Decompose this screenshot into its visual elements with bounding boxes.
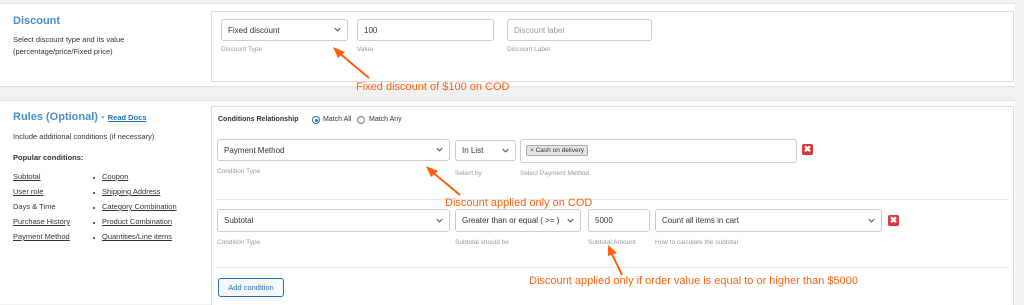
arrow-icon [608, 245, 623, 276]
popular-product-combination[interactable]: Product Combination [102, 216, 172, 228]
popular-payment-method[interactable]: Payment Method [13, 231, 70, 243]
popular-coupon[interactable]: Coupon [102, 171, 128, 183]
discount-heading: Discount [13, 15, 61, 27]
condition1-delete-button[interactable]: ✖ [802, 144, 813, 155]
condition2-delete-button[interactable]: ✖ [888, 215, 899, 226]
discount-description-1: Select discount type and its value [13, 35, 125, 44]
discount-label-caption: Discount Label [507, 46, 550, 53]
condition1-operator-value: In List [462, 146, 484, 155]
payment-method-tag-label: Cash on delivery [535, 147, 585, 154]
read-docs-link[interactable]: Read Docs [108, 113, 147, 122]
discount-label-input[interactable]: Discount label [507, 19, 652, 41]
popular-purchase-history[interactable]: Purchase History [13, 216, 70, 228]
match-all-radio[interactable] [312, 116, 320, 124]
close-icon: ✖ [889, 215, 898, 225]
rules-heading-text: Rules (Optional) [13, 111, 98, 123]
match-any-radio[interactable] [357, 116, 365, 124]
arrow-icon [333, 47, 370, 79]
annotation-order-value: Discount applied only if order value is … [529, 275, 858, 287]
condition2-operator-select[interactable]: Greater than or equal ( >= ) [455, 209, 581, 232]
condition-divider [217, 199, 1009, 200]
bullet [93, 237, 95, 239]
annotation-fixed-discount: Fixed discount of $100 on COD [356, 81, 510, 93]
payment-method-tag[interactable]: × Cash on delivery [526, 145, 589, 156]
condition2-operator-caption: Subtotal should be [455, 239, 509, 246]
chevron-down-icon [567, 218, 574, 223]
discount-type-value: Fixed discount [228, 25, 280, 35]
popular-conditions-heading: Popular conditions: [13, 153, 84, 162]
bullet [93, 177, 95, 179]
discount-value: 100 [364, 25, 378, 35]
condition2-amount-value: 5000 [595, 216, 613, 225]
condition1-value-multiselect[interactable]: × Cash on delivery [520, 139, 797, 163]
popular-quantities[interactable]: Quantities/Line items [102, 231, 172, 243]
close-icon: ✖ [803, 144, 812, 154]
add-condition-button[interactable]: Add condition [218, 278, 284, 297]
match-all-label[interactable]: Match All [323, 114, 351, 126]
rules-heading-dash: - [101, 111, 105, 123]
discount-description-2: (percentage/price/Fixed price) [13, 47, 113, 56]
match-any-label[interactable]: Match Any [369, 114, 402, 126]
condition1-type-value: Payment Method [224, 145, 285, 155]
popular-category-combination[interactable]: Category Combination [102, 201, 177, 213]
chevron-down-icon [436, 218, 443, 223]
arrow-icon [426, 166, 461, 196]
condition1-type-caption: Condition Type [217, 168, 261, 175]
discount-type-select[interactable]: Fixed discount [221, 19, 348, 41]
popular-shipping-address[interactable]: Shipping Address [102, 186, 160, 198]
condition2-calc-select[interactable]: Count all items in cart [655, 209, 882, 232]
bullet [93, 192, 95, 194]
condition2-operator-value: Greater than or equal ( >= ) [462, 216, 560, 225]
condition1-value-caption: Select Payment Method [520, 170, 590, 177]
rules-heading: Rules (Optional) - Read Docs [13, 111, 147, 123]
chevron-down-icon [436, 147, 443, 152]
condition2-type-select[interactable]: Subtotal [217, 209, 450, 232]
condition2-type-value: Subtotal [224, 216, 254, 225]
chevron-down-icon [334, 27, 341, 32]
chevron-down-icon [868, 218, 875, 223]
popular-user-role[interactable]: User role [13, 186, 43, 198]
annotation-cod-only: Discount applied only on COD [445, 197, 593, 209]
condition2-amount-input[interactable]: 5000 [588, 209, 650, 232]
discount-value-input[interactable]: 100 [357, 19, 494, 41]
bullet [93, 207, 95, 209]
bullet [93, 222, 95, 224]
condition1-type-select[interactable]: Payment Method [217, 139, 450, 161]
condition2-calc-caption: How to calculate the subtotal [655, 239, 739, 246]
discount-panel: Discount Select discount type and its va… [0, 3, 1015, 87]
condition2-calc-value: Count all items in cart [662, 216, 739, 225]
popular-days-time[interactable]: Days & Time [13, 201, 56, 213]
condition2-type-caption: Condition Type [217, 239, 261, 246]
popular-subtotal[interactable]: Subtotal [13, 171, 41, 183]
discount-type-caption: Discount Type [221, 46, 263, 53]
conditions-relationship-label: Conditions Relationship [218, 116, 299, 123]
condition1-operator-select[interactable]: In List [455, 140, 516, 161]
discount-label-placeholder: Discount label [514, 25, 565, 35]
rules-description: Include additional conditions (if necess… [13, 132, 155, 141]
chevron-down-icon [502, 148, 509, 153]
